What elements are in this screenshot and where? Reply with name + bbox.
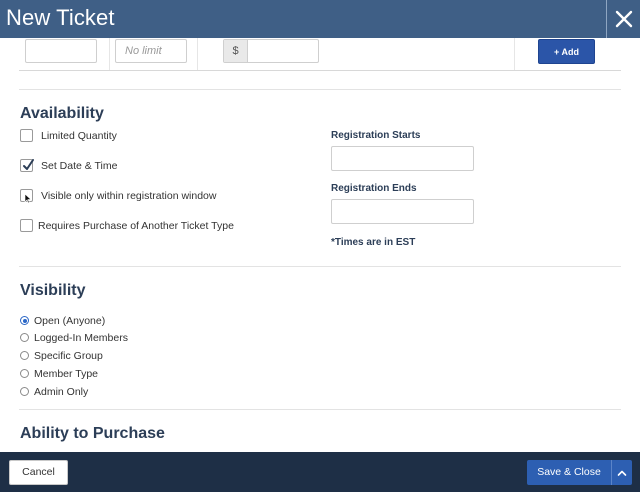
ability-to-purchase-heading: Ability to Purchase bbox=[20, 425, 165, 442]
price-input-group[interactable]: $ bbox=[223, 39, 319, 63]
save-close-button[interactable]: Save & Close bbox=[527, 460, 611, 485]
limited-quantity-checkbox[interactable] bbox=[20, 129, 33, 142]
close-button[interactable] bbox=[606, 0, 640, 38]
divider bbox=[19, 89, 621, 90]
add-button[interactable]: + Add bbox=[538, 39, 595, 64]
timezone-note: *Times are in EST bbox=[331, 237, 416, 248]
radio-logged-in-members[interactable] bbox=[20, 333, 29, 342]
save-options-toggle[interactable] bbox=[611, 460, 632, 485]
set-date-time-checkbox[interactable] bbox=[20, 159, 34, 172]
radio-open-anyone-label: Open (Anyone) bbox=[34, 315, 106, 327]
ticket-row: No limit $ + Add bbox=[19, 38, 621, 71]
registration-starts-label: Registration Starts bbox=[331, 130, 421, 141]
column-divider bbox=[197, 38, 198, 70]
limit-input[interactable]: No limit bbox=[115, 39, 187, 63]
radio-specific-group[interactable] bbox=[20, 351, 29, 360]
divider bbox=[19, 409, 621, 410]
cancel-button[interactable]: Cancel bbox=[9, 460, 68, 485]
dialog-footer: Cancel Save & Close bbox=[0, 452, 640, 492]
mouse-cursor-icon bbox=[24, 193, 32, 204]
divider bbox=[19, 266, 621, 267]
set-date-time-label: Set Date & Time bbox=[41, 160, 118, 172]
column-divider bbox=[514, 38, 515, 70]
radio-member-type[interactable] bbox=[20, 369, 29, 378]
chevron-up-icon bbox=[617, 470, 627, 476]
radio-open-anyone[interactable] bbox=[20, 316, 29, 325]
requires-purchase-label: Requires Purchase of Another Ticket Type bbox=[38, 220, 234, 232]
currency-prefix: $ bbox=[224, 40, 248, 62]
registration-ends-input[interactable] bbox=[331, 199, 474, 224]
quantity-input[interactable] bbox=[25, 39, 97, 63]
radio-admin-only-label: Admin Only bbox=[34, 386, 89, 398]
registration-ends-label: Registration Ends bbox=[331, 183, 417, 194]
availability-heading: Availability bbox=[20, 105, 104, 122]
visible-window-label: Visible only within registration window bbox=[41, 190, 217, 202]
registration-starts-input[interactable] bbox=[331, 146, 474, 171]
close-icon bbox=[615, 10, 632, 28]
radio-specific-group-label: Specific Group bbox=[34, 350, 103, 362]
radio-admin-only[interactable] bbox=[20, 387, 29, 396]
title-bar: New Ticket bbox=[0, 0, 640, 38]
visibility-heading: Visibility bbox=[20, 282, 86, 299]
checkmark-icon bbox=[23, 159, 34, 170]
requires-purchase-checkbox[interactable] bbox=[20, 219, 33, 232]
radio-member-type-label: Member Type bbox=[34, 368, 98, 380]
column-divider bbox=[109, 38, 110, 70]
dialog-title: New Ticket bbox=[6, 5, 115, 30]
limited-quantity-label: Limited Quantity bbox=[41, 130, 117, 142]
radio-logged-in-members-label: Logged-In Members bbox=[34, 332, 128, 344]
